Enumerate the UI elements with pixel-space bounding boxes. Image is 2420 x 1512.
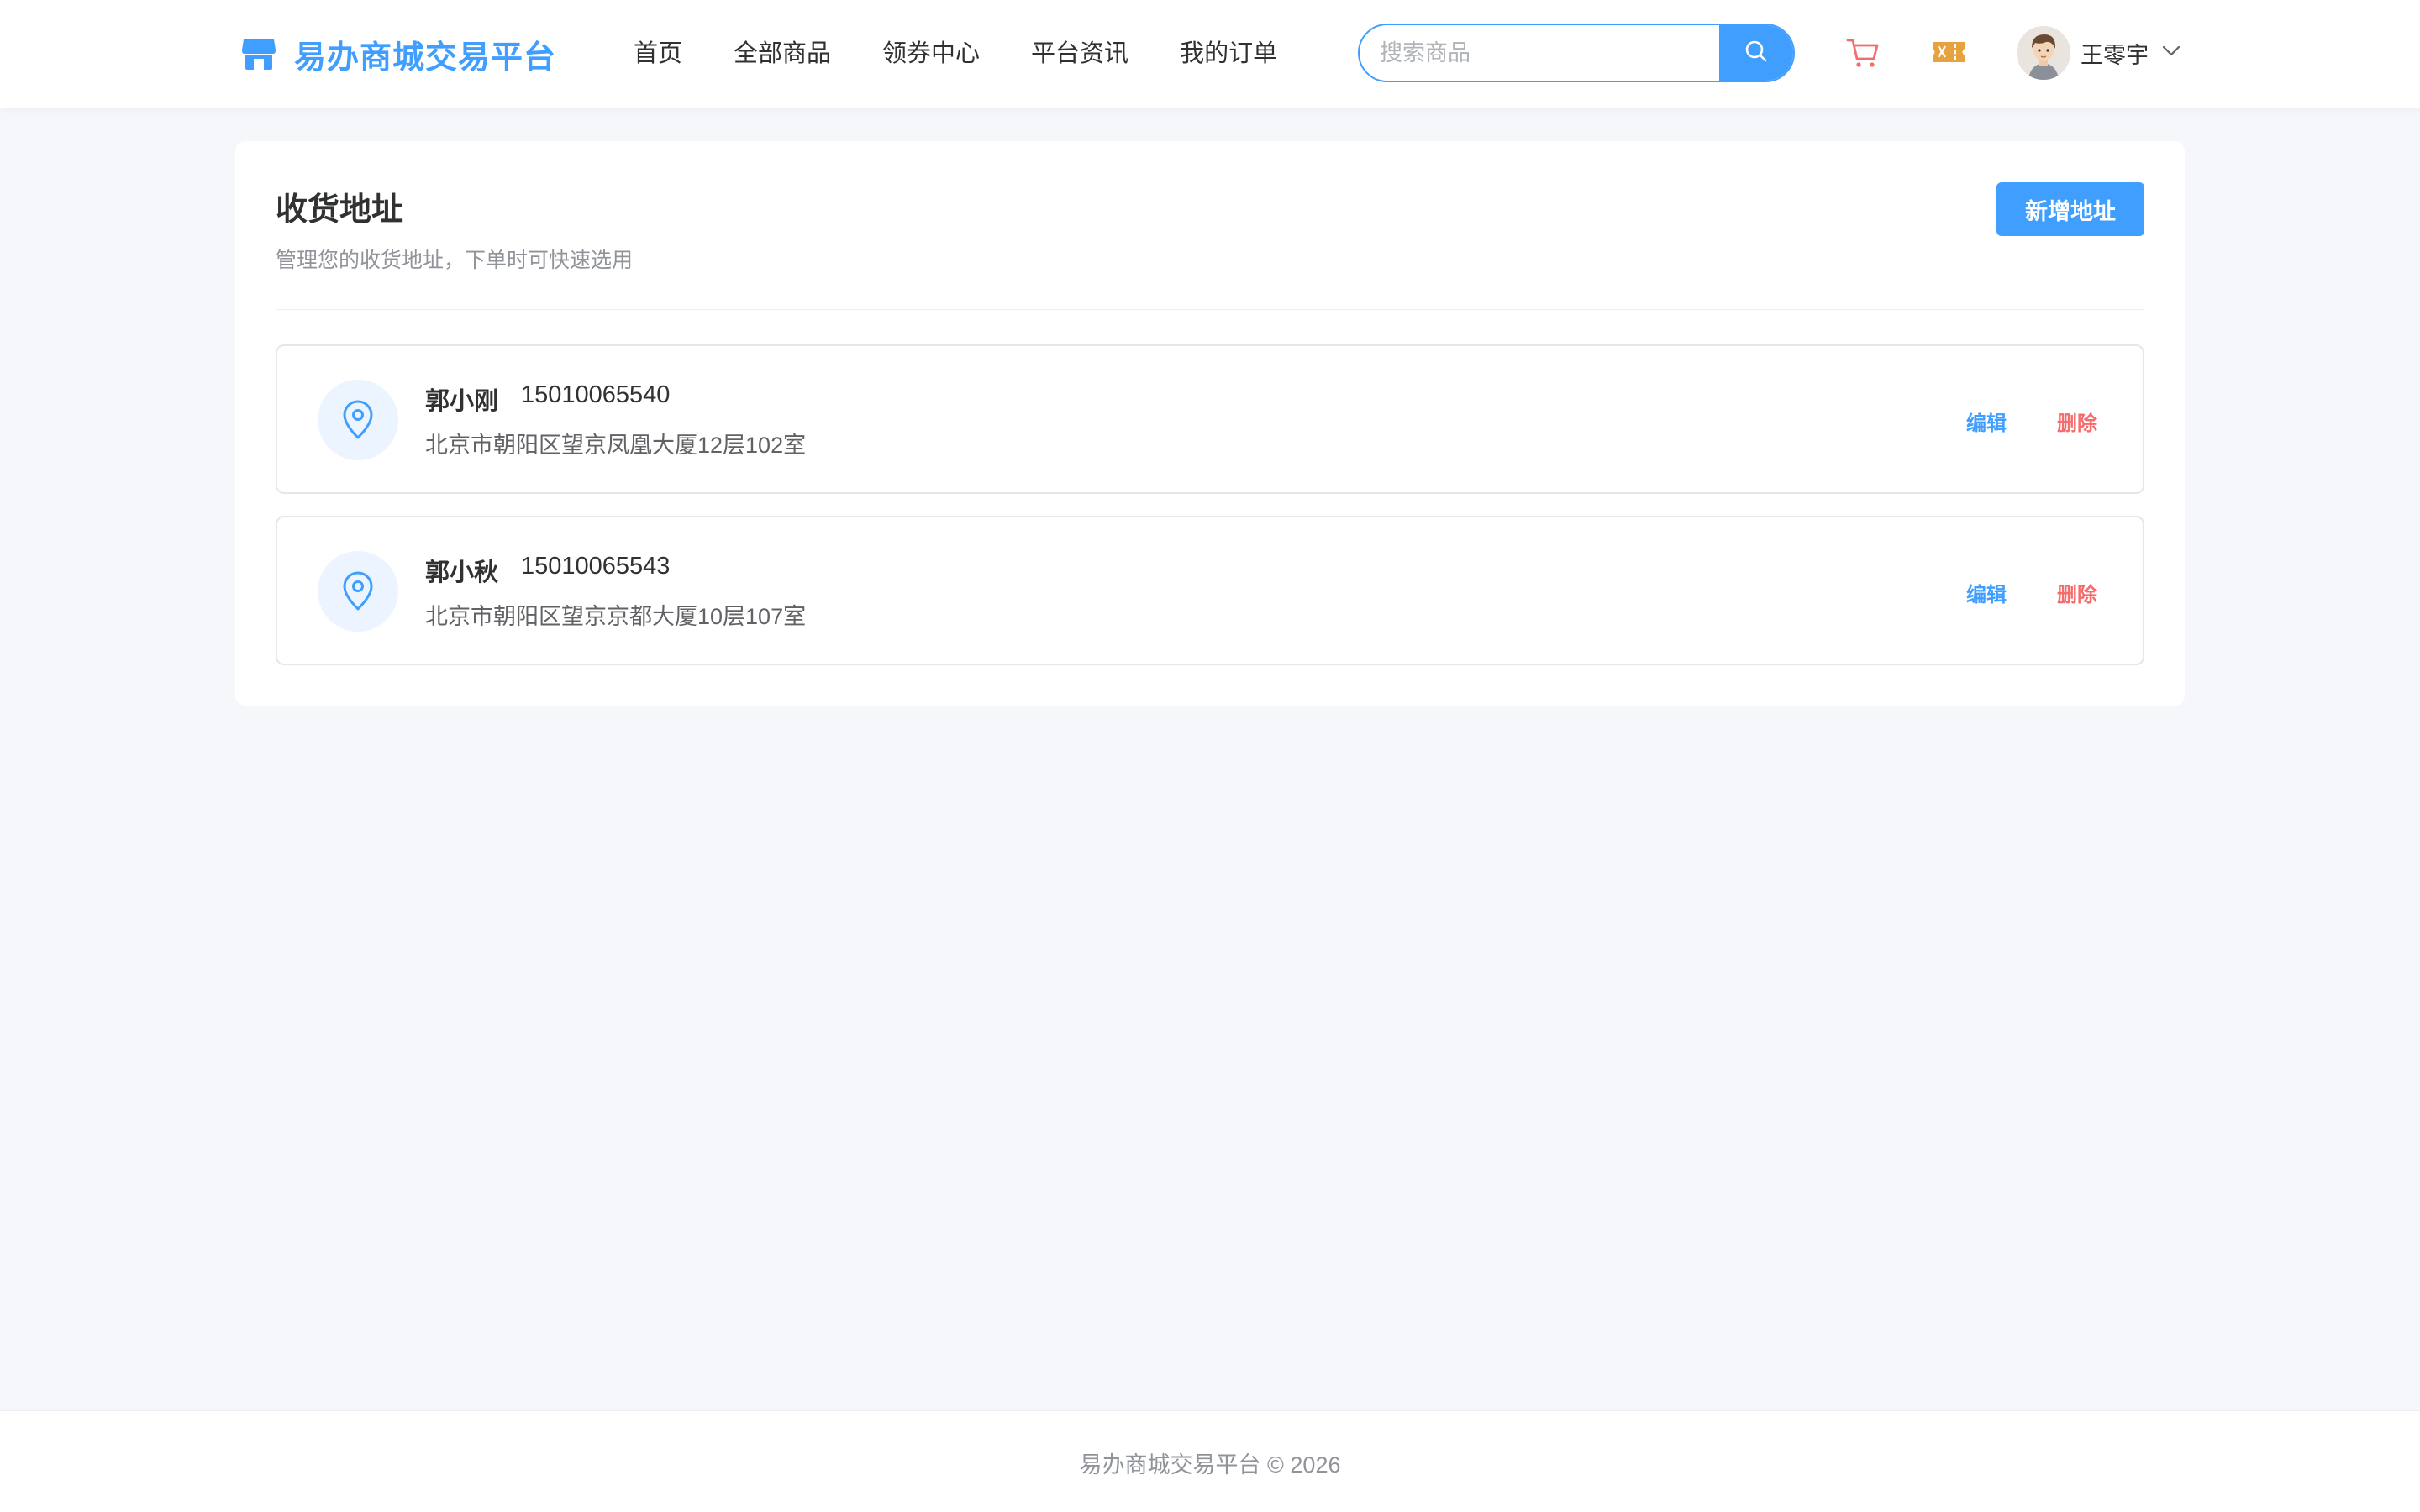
nav-home[interactable]: 首页 <box>634 35 682 72</box>
footer-copyright: 易办商城交易平台 © 2026 <box>1079 1452 1341 1478</box>
address-phone: 15010065543 <box>521 553 671 580</box>
delete-address-button[interactable]: 删除 <box>2057 407 2097 436</box>
brand-logo[interactable]: 易办商城交易平台 <box>240 32 556 76</box>
search-icon <box>1744 39 1769 68</box>
user-menu[interactable]: 王零宇 <box>2017 25 2181 81</box>
main-nav: 首页 全部商品 领券中心 平台资讯 我的订单 <box>634 35 1328 72</box>
address-item: 郭小刚 15010065540 北京市朝阳区望京凤凰大厦12层102室 编辑 删… <box>276 344 2144 494</box>
divider <box>276 309 2144 310</box>
delete-address-button[interactable]: 删除 <box>2057 578 2097 607</box>
cart-icon[interactable] <box>1844 34 1881 71</box>
location-pin-icon <box>318 551 398 632</box>
add-address-button[interactable]: 新增地址 <box>1996 182 2144 236</box>
address-item: 郭小秋 15010065543 北京市朝阳区望京京都大厦10层107室 编辑 删… <box>276 516 2144 665</box>
storefront-icon <box>240 36 277 71</box>
nav-my-orders[interactable]: 我的订单 <box>1180 35 1277 72</box>
search-button[interactable] <box>1719 25 1793 81</box>
address-list: 郭小刚 15010065540 北京市朝阳区望京凤凰大厦12层102室 编辑 删… <box>276 344 2144 687</box>
brand-name: 易办商城交易平台 <box>294 39 557 76</box>
address-detail: 北京市朝阳区望京京都大厦10层107室 <box>425 604 807 629</box>
top-navbar: 易办商城交易平台 首页 全部商品 领券中心 平台资讯 我的订单 搜索商品 王零宇 <box>0 0 2420 108</box>
search-input[interactable] <box>1360 25 1719 81</box>
location-pin-icon <box>318 380 398 460</box>
avatar <box>2017 26 2070 80</box>
address-phone: 15010065540 <box>521 381 671 408</box>
nav-all-products[interactable]: 全部商品 <box>734 35 831 72</box>
chevron-down-icon <box>2162 45 2181 61</box>
page-title: 收货地址 <box>276 192 404 228</box>
nav-coupon-center[interactable]: 领券中心 <box>882 35 980 72</box>
footer: 易办商城交易平台 © 2026 <box>0 1410 2420 1512</box>
search-box <box>1358 24 1795 82</box>
coupon-ticket-icon[interactable] <box>1931 37 1966 67</box>
address-recipient-name: 郭小刚 <box>425 388 499 415</box>
address-recipient-name: 郭小秋 <box>425 559 499 586</box>
nav-platform-news[interactable]: 平台资讯 <box>1031 35 1128 72</box>
user-name: 王零宇 <box>2081 42 2149 68</box>
address-card: 收货地址 管理您的收货地址，下单时可快速选用 新增地址 郭小刚 15010065… <box>235 141 2185 706</box>
edit-address-button[interactable]: 编辑 <box>1966 578 2007 607</box>
address-detail: 北京市朝阳区望京凤凰大厦12层102室 <box>425 433 807 458</box>
page-subtitle: 管理您的收货地址，下单时可快速选用 <box>276 249 634 272</box>
edit-address-button[interactable]: 编辑 <box>1966 407 2007 436</box>
